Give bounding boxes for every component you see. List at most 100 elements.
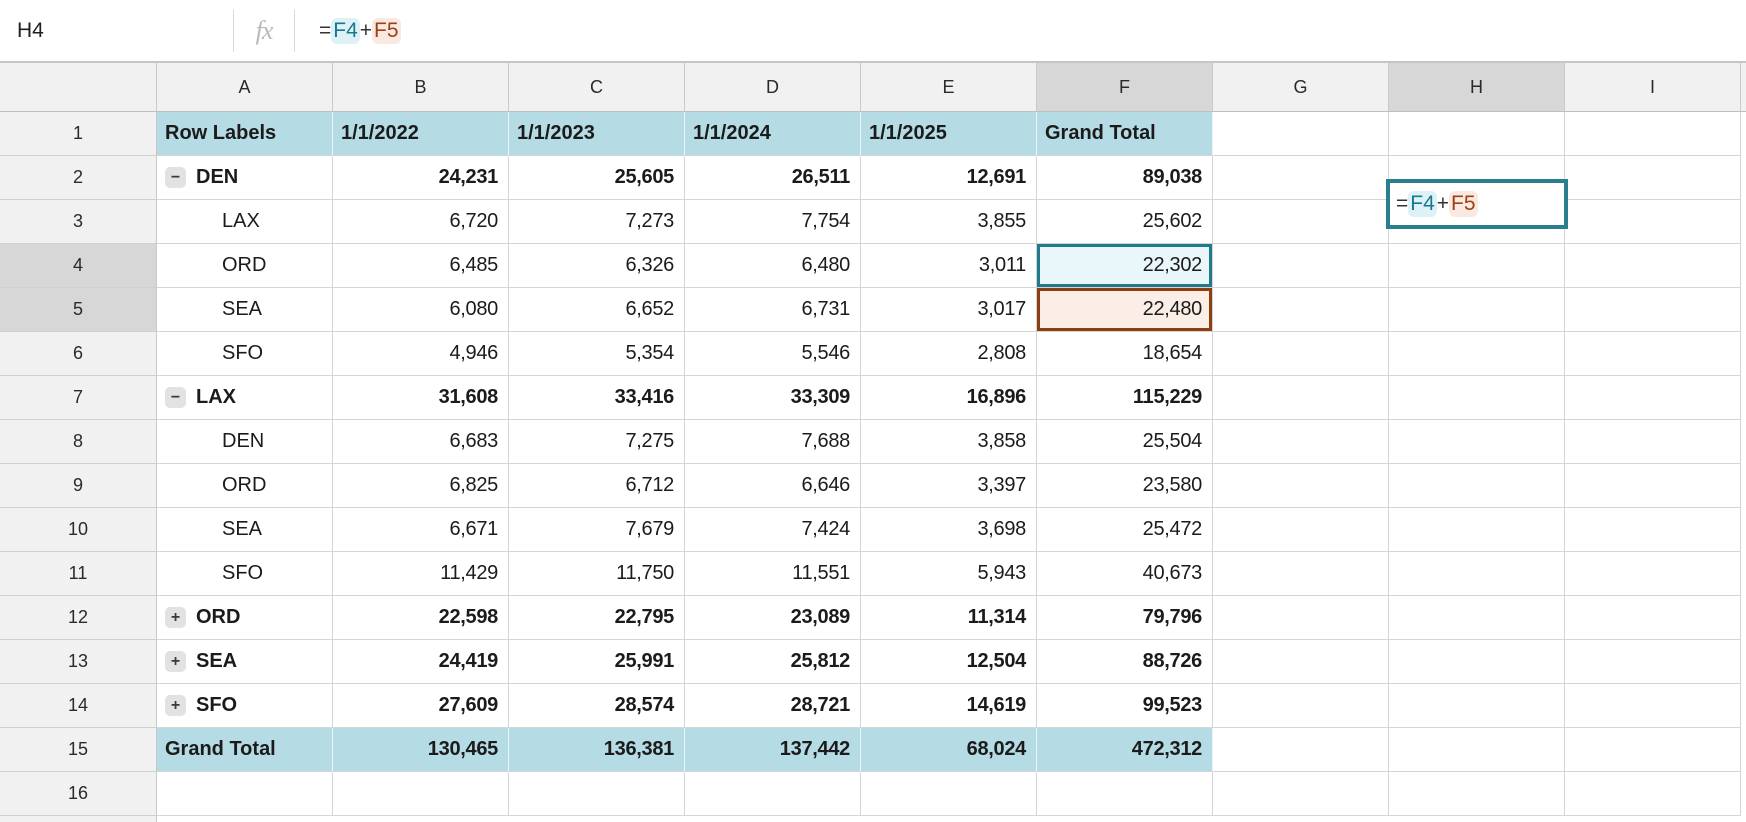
cell-I11[interactable] bbox=[1565, 552, 1741, 596]
cell-F3[interactable]: 25,602 bbox=[1037, 200, 1213, 244]
cell-H5[interactable] bbox=[1389, 288, 1565, 332]
expand-toggle-ORD[interactable]: + bbox=[165, 607, 186, 628]
expand-toggle-SFO[interactable]: + bbox=[165, 695, 186, 716]
cell-E7[interactable]: 16,896 bbox=[861, 376, 1037, 420]
cell-E10[interactable]: 3,698 bbox=[861, 508, 1037, 552]
cell-H6[interactable] bbox=[1389, 332, 1565, 376]
cell-F14[interactable]: 99,523 bbox=[1037, 684, 1213, 728]
cell-C6[interactable]: 5,354 bbox=[509, 332, 685, 376]
cell-H4[interactable] bbox=[1389, 244, 1565, 288]
cell-H16[interactable] bbox=[1389, 772, 1565, 816]
cell-G15[interactable] bbox=[1213, 728, 1389, 772]
row-header-6[interactable]: 6 bbox=[0, 332, 157, 376]
cell-D7[interactable]: 33,309 bbox=[685, 376, 861, 420]
cell-I4[interactable] bbox=[1565, 244, 1741, 288]
cell-F10[interactable]: 25,472 bbox=[1037, 508, 1213, 552]
cell-D10[interactable]: 7,424 bbox=[685, 508, 861, 552]
cell-F13[interactable]: 88,726 bbox=[1037, 640, 1213, 684]
cell-D1[interactable]: 1/1/2024 bbox=[685, 112, 861, 156]
row-header-13[interactable]: 13 bbox=[0, 640, 157, 684]
cell-H10[interactable] bbox=[1389, 508, 1565, 552]
cell-C13[interactable]: 25,991 bbox=[509, 640, 685, 684]
column-header-E[interactable]: E bbox=[861, 63, 1037, 112]
cell-D3[interactable]: 7,754 bbox=[685, 200, 861, 244]
row-header-5[interactable]: 5 bbox=[0, 288, 157, 332]
cell-E12[interactable]: 11,314 bbox=[861, 596, 1037, 640]
cell-D5[interactable]: 6,731 bbox=[685, 288, 861, 332]
cell-A10[interactable]: SEA bbox=[157, 508, 333, 552]
cell-H9[interactable] bbox=[1389, 464, 1565, 508]
cell-D15[interactable]: 137,442 bbox=[685, 728, 861, 772]
cell-H12[interactable] bbox=[1389, 596, 1565, 640]
cell-F12[interactable]: 79,796 bbox=[1037, 596, 1213, 640]
cell-G12[interactable] bbox=[1213, 596, 1389, 640]
row-header-16[interactable]: 16 bbox=[0, 772, 157, 816]
cell-B16[interactable] bbox=[333, 772, 509, 816]
cell-C9[interactable]: 6,712 bbox=[509, 464, 685, 508]
cell-F8[interactable]: 25,504 bbox=[1037, 420, 1213, 464]
cell-A1[interactable]: Row Labels bbox=[157, 112, 333, 156]
cell-H1[interactable] bbox=[1389, 112, 1565, 156]
cell-F16[interactable] bbox=[1037, 772, 1213, 816]
cell-C7[interactable]: 33,416 bbox=[509, 376, 685, 420]
cell-A13[interactable]: +SEA bbox=[157, 640, 333, 684]
cell-E15[interactable]: 68,024 bbox=[861, 728, 1037, 772]
collapse-toggle-LAX[interactable]: − bbox=[165, 387, 186, 408]
cell-E9[interactable]: 3,397 bbox=[861, 464, 1037, 508]
cell-B3[interactable]: 6,720 bbox=[333, 200, 509, 244]
cell-D4[interactable]: 6,480 bbox=[685, 244, 861, 288]
cell-H13[interactable] bbox=[1389, 640, 1565, 684]
cell-H15[interactable] bbox=[1389, 728, 1565, 772]
cell-B5[interactable]: 6,080 bbox=[333, 288, 509, 332]
cell-B15[interactable]: 130,465 bbox=[333, 728, 509, 772]
cell-D13[interactable]: 25,812 bbox=[685, 640, 861, 684]
row-header-12[interactable]: 12 bbox=[0, 596, 157, 640]
cell-B9[interactable]: 6,825 bbox=[333, 464, 509, 508]
cell-G14[interactable] bbox=[1213, 684, 1389, 728]
cell-I8[interactable] bbox=[1565, 420, 1741, 464]
cell-C10[interactable]: 7,679 bbox=[509, 508, 685, 552]
cell-E13[interactable]: 12,504 bbox=[861, 640, 1037, 684]
cell-A12[interactable]: +ORD bbox=[157, 596, 333, 640]
cell-I5[interactable] bbox=[1565, 288, 1741, 332]
cell-A15[interactable]: Grand Total bbox=[157, 728, 333, 772]
collapse-toggle-DEN[interactable]: − bbox=[165, 167, 186, 188]
cell-E2[interactable]: 12,691 bbox=[861, 156, 1037, 200]
cell-A5[interactable]: SEA bbox=[157, 288, 333, 332]
cell-C1[interactable]: 1/1/2023 bbox=[509, 112, 685, 156]
formula-input[interactable]: =F4+F5 bbox=[295, 0, 1746, 61]
cell-E3[interactable]: 3,855 bbox=[861, 200, 1037, 244]
cell-A4[interactable]: ORD bbox=[157, 244, 333, 288]
cell-B2[interactable]: 24,231 bbox=[333, 156, 509, 200]
cell-C5[interactable]: 6,652 bbox=[509, 288, 685, 332]
cell-E1[interactable]: 1/1/2025 bbox=[861, 112, 1037, 156]
select-all-corner[interactable] bbox=[0, 63, 157, 112]
active-cell-editor[interactable]: =F4+F5 bbox=[1386, 179, 1568, 229]
cell-H14[interactable] bbox=[1389, 684, 1565, 728]
cell-F9[interactable]: 23,580 bbox=[1037, 464, 1213, 508]
cell-F6[interactable]: 18,654 bbox=[1037, 332, 1213, 376]
cell-G1[interactable] bbox=[1213, 112, 1389, 156]
cell-G3[interactable] bbox=[1213, 200, 1389, 244]
insert-function-button[interactable]: fx bbox=[234, 0, 294, 61]
cell-F7[interactable]: 115,229 bbox=[1037, 376, 1213, 420]
cell-A11[interactable]: SFO bbox=[157, 552, 333, 596]
cell-G10[interactable] bbox=[1213, 508, 1389, 552]
cell-D16[interactable] bbox=[685, 772, 861, 816]
cell-C14[interactable]: 28,574 bbox=[509, 684, 685, 728]
cell-G4[interactable] bbox=[1213, 244, 1389, 288]
cell-C12[interactable]: 22,795 bbox=[509, 596, 685, 640]
cell-A7[interactable]: −LAX bbox=[157, 376, 333, 420]
cell-G16[interactable] bbox=[1213, 772, 1389, 816]
cell-G5[interactable] bbox=[1213, 288, 1389, 332]
cell-I13[interactable] bbox=[1565, 640, 1741, 684]
expand-toggle-SEA[interactable]: + bbox=[165, 651, 186, 672]
cell-A6[interactable]: SFO bbox=[157, 332, 333, 376]
row-header-9[interactable]: 9 bbox=[0, 464, 157, 508]
cell-I9[interactable] bbox=[1565, 464, 1741, 508]
column-header-H[interactable]: H bbox=[1389, 63, 1565, 112]
column-header-D[interactable]: D bbox=[685, 63, 861, 112]
cell-C11[interactable]: 11,750 bbox=[509, 552, 685, 596]
cell-D2[interactable]: 26,511 bbox=[685, 156, 861, 200]
cell-A8[interactable]: DEN bbox=[157, 420, 333, 464]
